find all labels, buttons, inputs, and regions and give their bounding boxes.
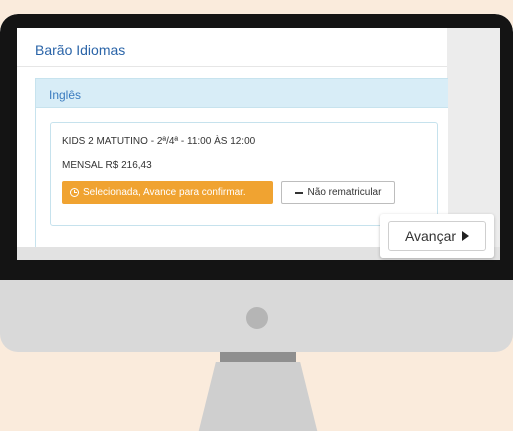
brand-title[interactable]: Barão Idiomas	[35, 42, 125, 58]
selected-button-label: Selecionada, Avance para confirmar.	[83, 187, 246, 198]
header-bar: Barão Idiomas	[17, 28, 447, 67]
course-card: KIDS 2 MATUTINO - 2ª/4ª - 11:00 ÀS 12:00…	[50, 122, 438, 226]
advance-button[interactable]: Avançar	[388, 221, 486, 251]
monitor: Barão Idiomas Inglês KIDS 2 MATUTINO - 2…	[0, 14, 513, 352]
selected-button[interactable]: Selecionada, Avance para confirmar.	[62, 181, 273, 204]
panel-title: Inglês	[49, 88, 82, 102]
stand-base	[196, 362, 320, 431]
advance-button-label: Avançar	[404, 228, 457, 244]
no-renew-button[interactable]: Não rematricular	[281, 181, 395, 204]
panel-header: Inglês	[36, 79, 448, 108]
minus-icon	[294, 191, 303, 194]
scene: Barão Idiomas Inglês KIDS 2 MATUTINO - 2…	[0, 0, 513, 431]
advance-button-wrapper: Avançar	[380, 214, 494, 258]
play-icon	[462, 231, 470, 241]
course-description: KIDS 2 MATUTINO - 2ª/4ª - 11:00 ÀS 12:00	[62, 136, 256, 147]
course-price: MENSAL R$ 216,43	[62, 160, 152, 171]
no-renew-button-label: Não rematricular	[307, 187, 382, 198]
clock-icon	[70, 188, 79, 197]
monitor-logo-dot	[246, 307, 268, 329]
stand-neck	[220, 352, 296, 362]
